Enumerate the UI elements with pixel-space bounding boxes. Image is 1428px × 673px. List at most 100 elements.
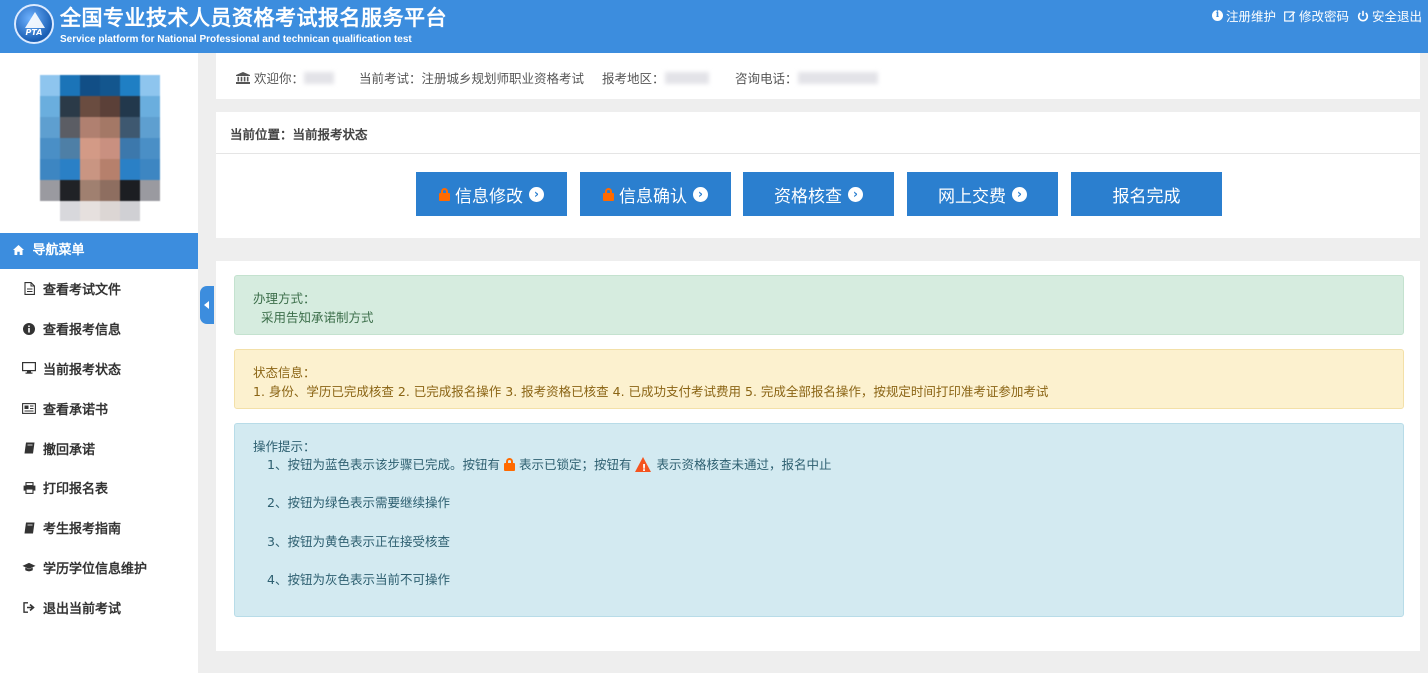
sign-out-icon bbox=[22, 600, 36, 614]
chevron-right-circle-icon: › bbox=[1012, 186, 1027, 202]
chevron-right-circle-icon: › bbox=[848, 186, 863, 202]
step-qualification-check-button[interactable]: 资格核查 › bbox=[743, 172, 894, 216]
current-exam-value: 注册城乡规划师职业资格考试 bbox=[421, 71, 585, 86]
sidebar-item-print-form[interactable]: 打印报名表 bbox=[0, 468, 198, 508]
logo-text: PTA bbox=[25, 28, 43, 37]
warning-icon bbox=[635, 457, 652, 478]
top-links: i 注册维护 修改密码 安全退出 bbox=[1211, 6, 1422, 25]
site-title: 全国专业技术人员资格考试报名服务平台 bbox=[60, 6, 447, 30]
register-maintain-link[interactable]: i 注册维护 bbox=[1211, 6, 1276, 25]
sidebar-item-label: 查看报考信息 bbox=[43, 323, 122, 339]
step-online-payment-button[interactable]: 网上交费 › bbox=[907, 172, 1058, 216]
tip-line-1: 1、按钮为蓝色表示该步骤已完成。按钮有 表示已锁定；按钮有 表示资格核查未通过，… bbox=[267, 455, 832, 478]
site-subtitle: Service platform for National Profession… bbox=[60, 34, 412, 45]
sidebar-item-exam-files[interactable]: 查看考试文件 bbox=[0, 269, 198, 309]
tips-alert: 操作提示： 1、按钮为蓝色表示该步骤已完成。按钮有 表示已锁定；按钮有 表示资格… bbox=[234, 423, 1404, 617]
monitor-icon bbox=[22, 361, 36, 375]
tip1-part-a: 1、按钮为蓝色表示该步骤已完成。按钮有 bbox=[267, 457, 500, 472]
current-exam-label: 当前考试： bbox=[359, 71, 422, 86]
avatar-pixelated-photo bbox=[40, 75, 160, 221]
method-value: 采用告知承诺制方式 bbox=[261, 310, 374, 325]
status-title: 状态信息： bbox=[253, 365, 316, 380]
breadcrumb: 当前位置：当前报考状态 bbox=[230, 127, 368, 142]
nav-menu-title: 导航菜单 bbox=[32, 243, 85, 258]
welcome-info: 欢迎你： bbox=[236, 68, 335, 87]
sidebar-item-view-info[interactable]: 查看报考信息 bbox=[0, 309, 198, 349]
book-icon bbox=[22, 441, 36, 455]
current-exam-info: 当前考试： 注册城乡规划师职业资格考试 bbox=[359, 68, 584, 87]
pta-logo: PTA bbox=[14, 4, 54, 44]
region-info: 报考地区： bbox=[602, 68, 709, 87]
sidebar-item-label: 学历学位信息维护 bbox=[43, 561, 148, 577]
panel-divider bbox=[216, 153, 1420, 154]
welcome-label: 欢迎你： bbox=[254, 71, 305, 86]
nav-list: 查看考试文件 查看报考信息 当前报考状态 查看承诺书 撤回承诺 打印报名表 考生… bbox=[0, 269, 198, 627]
lock-icon bbox=[503, 458, 515, 471]
sidebar-item-current-status[interactable]: 当前报考状态 bbox=[0, 349, 198, 389]
step-label: 报名完成 bbox=[1112, 186, 1181, 207]
tips-title: 操作提示： bbox=[253, 439, 316, 454]
tip-line-3: 3、按钮为黄色表示正在接受核查 bbox=[267, 534, 450, 549]
tip1-part-b: 表示已锁定；按钮有 bbox=[518, 457, 632, 472]
sidebar-item-exam-guide[interactable]: 考生报考指南 bbox=[0, 508, 198, 548]
sidebar-item-label: 退出当前考试 bbox=[43, 601, 122, 617]
chevron-right-circle-icon: › bbox=[529, 186, 544, 202]
change-password-label: 修改密码 bbox=[1298, 9, 1349, 24]
sidebar-item-label: 查看承诺书 bbox=[43, 402, 109, 418]
main-info-panel: 办理方式： 采用告知承诺制方式 状态信息： 1. 身份、学历已完成核查 2. 已… bbox=[216, 261, 1420, 651]
method-title: 办理方式： bbox=[253, 291, 316, 306]
info-icon bbox=[22, 322, 36, 336]
method-alert: 办理方式： 采用告知承诺制方式 bbox=[234, 275, 1404, 335]
sidebar-item-label: 撤回承诺 bbox=[43, 442, 96, 458]
book-icon bbox=[22, 521, 36, 535]
sidebar-item-label: 当前报考状态 bbox=[43, 362, 122, 378]
step-info-confirm-button[interactable]: 信息确认 › bbox=[580, 172, 731, 216]
phone-info: 咨询电话： bbox=[735, 68, 878, 87]
status-value: 1. 身份、学历已完成核查 2. 已完成报名操作 3. 报考资格已核查 4. 已… bbox=[253, 384, 1049, 399]
step-label: 资格核查 bbox=[774, 186, 842, 207]
region-label: 报考地区： bbox=[602, 71, 665, 86]
avatar bbox=[40, 75, 160, 221]
sidebar: 导航菜单 查看考试文件 查看报考信息 当前报考状态 查看承诺书 撤回承诺 打印报… bbox=[0, 53, 198, 673]
redacted-phone bbox=[797, 71, 878, 84]
lock-icon bbox=[603, 187, 614, 201]
step-label: 信息确认 bbox=[619, 186, 687, 207]
sidebar-item-view-pledge[interactable]: 查看承诺书 bbox=[0, 388, 198, 428]
sidebar-item-degree-info[interactable]: 学历学位信息维护 bbox=[0, 548, 198, 588]
logout-link[interactable]: 安全退出 bbox=[1357, 6, 1422, 25]
register-maintain-label: 注册维护 bbox=[1225, 9, 1276, 24]
chevron-right-circle-icon: › bbox=[693, 186, 708, 202]
phone-label: 咨询电话： bbox=[735, 71, 798, 86]
step-registration-complete-button[interactable]: 报名完成 bbox=[1071, 172, 1222, 216]
user-info-bar: 欢迎你： 当前考试： 注册城乡规划师职业资格考试 报考地区： 咨询电话： bbox=[216, 53, 1420, 99]
home-icon bbox=[13, 245, 24, 255]
bank-icon bbox=[236, 71, 250, 84]
nav-menu-header: 导航菜单 bbox=[0, 233, 198, 269]
newspaper-icon bbox=[22, 401, 36, 415]
sidebar-item-label: 查看考试文件 bbox=[43, 283, 122, 299]
info-circle-icon: i bbox=[1211, 10, 1223, 21]
logout-label: 安全退出 bbox=[1371, 9, 1422, 24]
step-label: 网上交费 bbox=[938, 186, 1006, 207]
redacted-username bbox=[304, 71, 335, 84]
graduation-cap-icon bbox=[22, 560, 36, 574]
top-header: PTA 全国专业技术人员资格考试报名服务平台 Service platform … bbox=[0, 0, 1428, 53]
redacted-region bbox=[664, 71, 709, 84]
sidebar-collapse-toggle[interactable] bbox=[200, 286, 214, 324]
step-label: 信息修改 bbox=[455, 186, 523, 207]
sidebar-item-label: 考生报考指南 bbox=[43, 522, 122, 538]
tip-line-4: 4、按钮为灰色表示当前不可操作 bbox=[267, 572, 450, 587]
power-icon bbox=[1357, 10, 1369, 21]
status-alert: 状态信息： 1. 身份、学历已完成核查 2. 已完成报名操作 3. 报考资格已核… bbox=[234, 349, 1404, 409]
status-panel: 当前位置：当前报考状态 信息修改 › 信息确认 › 资格核查 › 网上交费 › … bbox=[216, 112, 1420, 238]
tip1-part-c: 表示资格核查未通过，报名中止 bbox=[656, 457, 832, 472]
sidebar-item-withdraw-pledge[interactable]: 撤回承诺 bbox=[0, 428, 198, 468]
edit-icon bbox=[1284, 10, 1296, 22]
sidebar-item-label: 打印报名表 bbox=[43, 482, 109, 498]
printer-icon bbox=[22, 481, 36, 495]
change-password-link[interactable]: 修改密码 bbox=[1284, 6, 1349, 25]
lock-icon bbox=[439, 187, 450, 201]
sidebar-item-exit-exam[interactable]: 退出当前考试 bbox=[0, 587, 198, 627]
step-info-edit-button[interactable]: 信息修改 › bbox=[416, 172, 567, 216]
logo-triangle bbox=[25, 12, 45, 28]
